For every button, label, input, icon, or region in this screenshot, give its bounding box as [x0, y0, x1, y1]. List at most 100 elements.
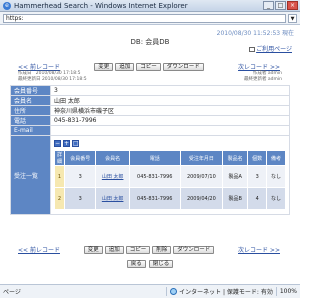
field-label: 電話: [10, 115, 51, 126]
divider: [166, 287, 168, 296]
field-value: 山田 太郎: [50, 95, 290, 106]
table-cell: 045-831-7996: [128, 165, 181, 188]
column-header: 個数: [247, 150, 268, 166]
column-header: 詳細: [53, 150, 66, 166]
table-cell: 3: [64, 187, 97, 210]
collapse-icon[interactable]: −: [54, 140, 61, 147]
table-cell: 2009/04/20: [179, 187, 224, 210]
field-label: 住所: [10, 105, 51, 116]
field-row: 住所 神奈川県横浜市磯子区: [10, 105, 290, 116]
table-cell: 3: [64, 165, 97, 188]
address-dropdown-icon[interactable]: ▼: [288, 13, 297, 23]
bottom-toolbar: 変更 追加 コピー 削除 ダウンロード: [83, 245, 215, 254]
orders-cell: − + □ 詳細 会員番号 会員名 電話 受注年月日 製品名 個数 備考 1 3…: [50, 135, 290, 215]
created-value: 2010/08/30 17:18:5: [35, 71, 81, 76]
table-row: 1 3 山田 太郎 045-831-7996 2009/07/10 製品A 3 …: [53, 165, 286, 188]
divider: [275, 287, 277, 296]
table-cell: 3: [247, 165, 268, 188]
page-icon: [249, 47, 256, 52]
usage-page-label: ご利用ページ: [256, 46, 292, 53]
column-header: 受注年月日: [179, 150, 224, 166]
field-label: 会員番号: [10, 85, 51, 96]
field-value: [50, 125, 290, 136]
window-title: Hammerhead Search - Windows Internet Exp…: [14, 1, 188, 10]
address-bar: https: ▼: [0, 12, 300, 25]
table-cell: 製品A: [222, 165, 249, 188]
close-icon[interactable]: ×: [287, 1, 298, 10]
back-button[interactable]: 戻る: [126, 260, 146, 268]
field-row: 電話 045-831-7996: [10, 115, 290, 126]
status-bar: ページ インターネット | 保護モード: 有効 100%: [0, 284, 300, 298]
edit-button-bottom[interactable]: 変更: [83, 245, 103, 254]
record-meta-right: 作成者 admin 最終更新者 admin: [244, 71, 282, 82]
window-icon[interactable]: □: [72, 140, 79, 147]
top-toolbar: 変更 追加 コピー ダウンロード: [94, 62, 204, 71]
next-record-link[interactable]: 次レコード >>: [238, 62, 280, 71]
download-button[interactable]: ダウンロード: [162, 62, 204, 71]
column-header: 会員名: [95, 150, 130, 166]
table-cell: 製品B: [222, 187, 249, 210]
field-value: 神奈川県横浜市磯子区: [50, 105, 290, 116]
window-title-bar: e Hammerhead Search - Windows Internet E…: [0, 0, 300, 12]
updated-label: 最終更新日: [18, 76, 41, 82]
field-row: 会員番号 3: [10, 85, 290, 96]
detail-link[interactable]: 2: [53, 187, 66, 210]
top-nav-row: << 前レコード 変更 追加 コピー ダウンロード 次レコード >>: [18, 62, 280, 71]
internet-globe-icon: [170, 288, 178, 295]
copy-button-bottom[interactable]: コピー: [125, 245, 151, 254]
orders-tools: − + □: [54, 140, 286, 147]
delete-button[interactable]: 削除: [152, 245, 172, 254]
copy-button[interactable]: コピー: [136, 62, 161, 71]
expand-icon[interactable]: +: [63, 140, 70, 147]
table-cell: 4: [247, 187, 268, 210]
creator-label: 作成者: [252, 71, 267, 76]
field-value: 045-831-7996: [50, 115, 290, 126]
add-button[interactable]: 追加: [115, 62, 135, 71]
usage-page-link[interactable]: ご利用ページ: [249, 44, 292, 53]
current-datetime: 2010/08/30 11:52:53 現在: [216, 30, 294, 37]
updater-value: admin: [267, 76, 282, 82]
table-cell: なし: [266, 165, 286, 188]
prev-record-link[interactable]: << 前レコード: [18, 62, 60, 71]
edit-button[interactable]: 変更: [94, 62, 114, 71]
field-label: E-mail: [10, 125, 51, 136]
table-cell: なし: [266, 187, 286, 210]
orders-row: 受注一覧 − + □ 詳細 会員番号 会員名 電話 受注年月日 製品名 個数 備…: [10, 135, 290, 215]
field-row: 会員名 山田 太郎: [10, 95, 290, 106]
record-meta-left: 作成日 2010/08/30 17:18:5 最終更新日 2010/08/30 …: [18, 71, 87, 82]
member-name-link[interactable]: 山田 太郎: [95, 187, 130, 210]
minimize-icon[interactable]: _: [263, 1, 274, 10]
address-input[interactable]: https:: [3, 13, 286, 23]
orders-table: 詳細 会員番号 会員名 電話 受注年月日 製品名 個数 備考 1 3 山田 太郎…: [53, 150, 286, 210]
table-cell: 2009/07/10: [179, 165, 224, 188]
column-header: 電話: [128, 150, 181, 166]
close-button[interactable]: 閉じる: [148, 260, 174, 268]
status-text: ページ: [3, 289, 21, 296]
member-name-link[interactable]: 山田 太郎: [95, 165, 130, 188]
creator-value: admin: [267, 71, 282, 76]
field-label: 会員名: [10, 95, 51, 106]
column-header: 備考: [266, 150, 286, 166]
zone-text: インターネット | 保護モード: 有効: [179, 289, 273, 296]
created-label: 作成日: [18, 71, 32, 76]
updater-label: 最終更新者: [243, 76, 267, 82]
detail-link[interactable]: 1: [53, 165, 66, 188]
maximize-icon[interactable]: □: [275, 1, 286, 10]
bottom-nav-row: << 前レコード 変更 追加 コピー 削除 ダウンロード 次レコード >>: [18, 245, 280, 254]
field-row: E-mail: [10, 125, 290, 136]
orders-label: 受注一覧: [10, 135, 51, 215]
updated-value: 2010/08/30 17:18:5: [41, 76, 87, 82]
table-cell: 045-831-7996: [128, 187, 181, 210]
prev-record-link-bottom[interactable]: << 前レコード: [18, 245, 60, 254]
orders-header-row: 詳細 会員番号 会員名 電話 受注年月日 製品名 個数 備考: [53, 150, 286, 166]
ie-icon: e: [3, 1, 11, 10]
window-controls: _ □ ×: [263, 1, 298, 10]
field-value: 3: [50, 85, 290, 96]
column-header: 会員番号: [64, 150, 97, 166]
next-record-link-bottom[interactable]: 次レコード >>: [238, 245, 280, 254]
add-button-bottom[interactable]: 追加: [104, 245, 124, 254]
column-header: 製品名: [222, 150, 249, 166]
zoom-level[interactable]: 100%: [280, 288, 297, 295]
table-row: 2 3 山田 太郎 045-831-7996 2009/04/20 製品B 4 …: [53, 187, 286, 210]
download-button-bottom[interactable]: ダウンロード: [173, 245, 215, 254]
